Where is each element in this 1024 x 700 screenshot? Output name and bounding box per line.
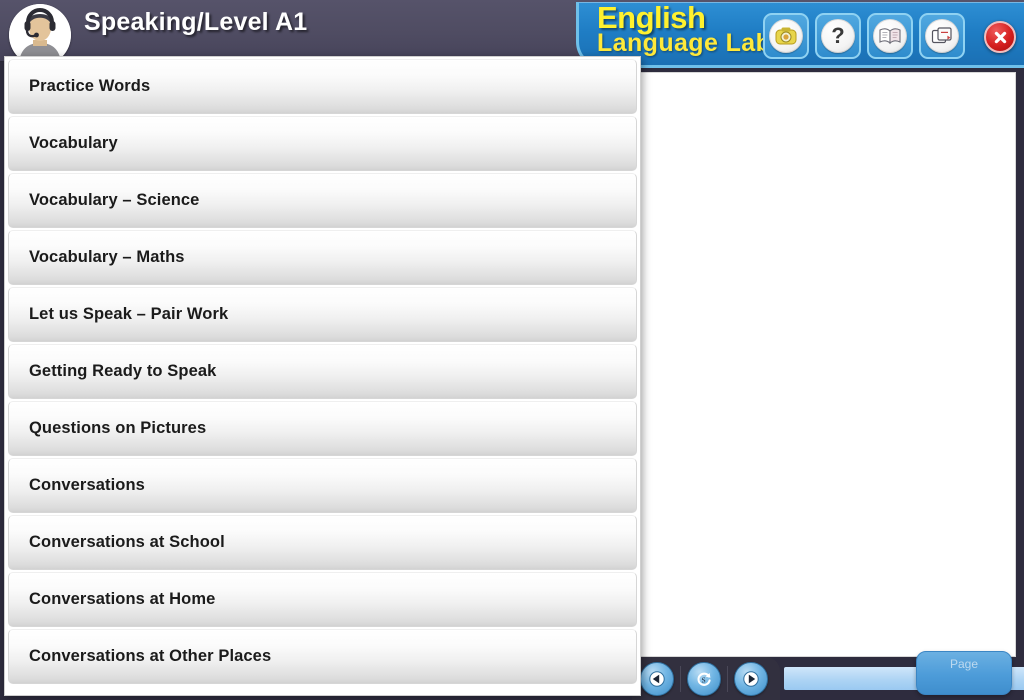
dictionary-button[interactable] (867, 13, 913, 59)
list-item[interactable]: Practice Words (8, 59, 637, 114)
list-item-label: Conversations at Other Places (29, 647, 272, 665)
list-item-label: Getting Ready to Speak (29, 362, 217, 380)
back-button[interactable] (640, 661, 674, 696)
brand-panel: English Language Lab ? (576, 2, 1024, 68)
page-title: Speaking/Level A1 (84, 8, 308, 36)
bottom-toolbar: S Page (632, 651, 1024, 700)
lesson-list: Practice Words Vocabulary Vocabulary – Sci… (8, 59, 637, 684)
help-glyph: ? (831, 23, 845, 48)
list-item-label: Questions on Pictures (29, 419, 207, 437)
list-item[interactable]: Vocabulary (8, 116, 637, 171)
list-item[interactable]: Conversations at School (8, 515, 637, 570)
lesson-list-panel: Practice Words Vocabulary Vocabulary – Sci… (4, 56, 641, 696)
svg-text:S: S (702, 675, 706, 684)
list-item-label: Conversations (29, 476, 145, 494)
nav-button-cluster: S (632, 657, 780, 700)
window-switch-icon (925, 19, 959, 53)
list-item[interactable]: Vocabulary – Maths (8, 230, 637, 285)
list-item-label: Let us Speak – Pair Work (29, 305, 229, 323)
open-book-icon (873, 19, 907, 53)
divider (680, 665, 681, 692)
list-item-label: Vocabulary – Maths (29, 248, 185, 266)
list-item[interactable]: Vocabulary – Science (8, 173, 637, 228)
application-window: S Page Speaking/Level A1 English Languag… (0, 0, 1024, 700)
close-button[interactable] (984, 21, 1016, 53)
list-item-label: Conversations at Home (29, 590, 216, 608)
list-item[interactable]: Getting Ready to Speak (8, 344, 637, 399)
switch-window-button[interactable] (919, 13, 965, 59)
camera-icon (769, 19, 803, 53)
list-item[interactable]: Conversations at Home (8, 572, 637, 627)
list-item-label: Vocabulary – Science (29, 191, 200, 209)
list-item[interactable]: Questions on Pictures (8, 401, 637, 456)
brand-logo: English Language Lab (597, 2, 787, 56)
list-item-label: Vocabulary (29, 134, 118, 152)
question-mark-icon: ? (821, 19, 855, 53)
page-button[interactable]: Page (916, 651, 1012, 695)
replay-button[interactable]: S (687, 661, 721, 696)
page-button-label: Page (949, 657, 979, 671)
list-item-label: Practice Words (29, 77, 151, 95)
list-item[interactable]: Conversations at Other Places (8, 629, 637, 684)
tool-button-group: ? (763, 13, 965, 59)
list-item[interactable]: Conversations (8, 458, 637, 513)
media-recorder-button[interactable] (763, 13, 809, 59)
play-button[interactable] (734, 661, 768, 696)
help-button[interactable]: ? (815, 13, 861, 59)
list-item[interactable]: Let us Speak – Pair Work (8, 287, 637, 342)
brand-line-2: Language Lab (597, 29, 772, 57)
list-item-label: Conversations at School (29, 533, 225, 551)
divider (727, 665, 728, 692)
content-pane (640, 72, 1016, 657)
